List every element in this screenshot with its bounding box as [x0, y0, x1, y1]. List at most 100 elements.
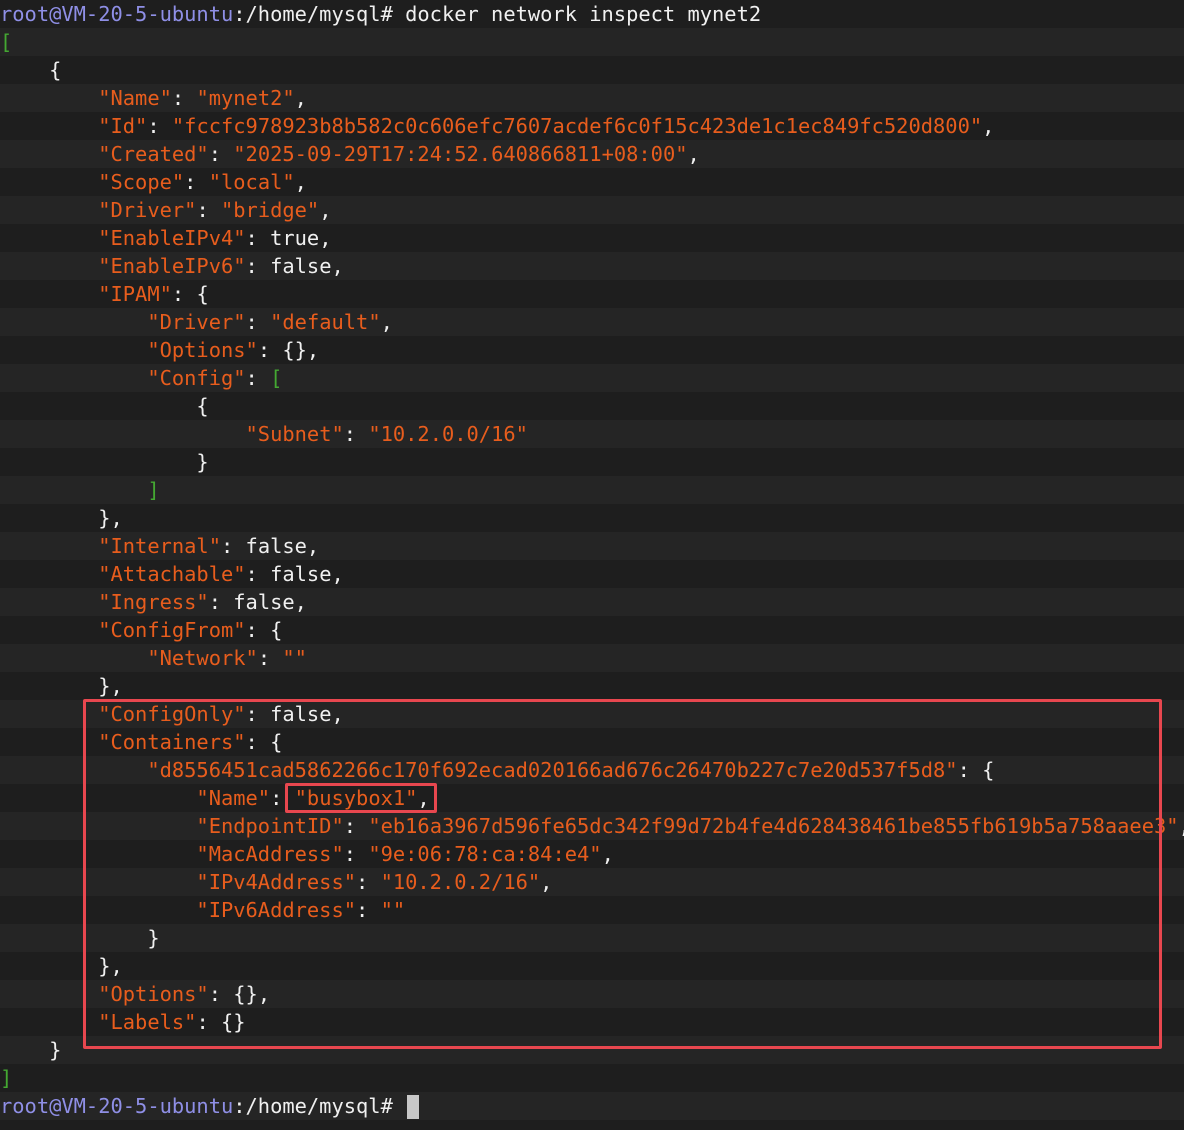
- text-segment: [0, 422, 246, 446]
- json-key: "Name": [196, 786, 271, 810]
- text-segment: :: [356, 898, 381, 922]
- text-segment: ,: [601, 842, 614, 866]
- text-segment: [0, 114, 98, 138]
- text-segment: [0, 646, 147, 670]
- text-segment: : false,: [245, 702, 344, 726]
- text-segment: }: [0, 450, 209, 474]
- output-line: "Ingress": false,: [0, 588, 1184, 616]
- output-line: "Driver": "default",: [0, 308, 1184, 336]
- prompt-user-host: root@VM-20-5-ubuntu: [0, 1094, 234, 1118]
- json-key: "Attachable": [98, 562, 246, 586]
- text-segment: ,: [1179, 814, 1184, 838]
- json-key: "MacAddress": [196, 842, 344, 866]
- json-value: "mynet2": [196, 86, 295, 110]
- json-key: "Scope": [98, 170, 185, 194]
- output-line: {: [0, 56, 1184, 84]
- text-segment: ,: [417, 786, 430, 810]
- text-segment: :: [343, 814, 369, 838]
- json-value: "eb16a3967d596fe65dc342f99d72b4fe4d62843…: [368, 814, 1179, 838]
- text-segment: [0, 758, 147, 782]
- text-segment: [0, 198, 98, 222]
- json-key: "Subnet": [245, 422, 344, 446]
- text-segment: :: [257, 646, 283, 670]
- text-segment: [0, 786, 196, 810]
- output-line: ]: [0, 1064, 1184, 1092]
- text-segment: :: [147, 114, 172, 138]
- output-line: "Created": "2025-09-29T17:24:52.64086681…: [0, 140, 1184, 168]
- json-value: "local": [208, 170, 295, 194]
- text-segment: [0, 618, 98, 642]
- json-value: "": [380, 898, 406, 922]
- text-segment: [0, 534, 98, 558]
- text-segment: [0, 562, 98, 586]
- text-segment: : {: [245, 618, 283, 642]
- text-segment: [0, 282, 98, 306]
- text-segment: : {: [957, 758, 995, 782]
- output-line: "Labels": {}: [0, 1008, 1184, 1036]
- json-key: "Options": [98, 982, 209, 1006]
- json-value: "bridge": [221, 198, 320, 222]
- json-key: "EndpointID": [196, 814, 344, 838]
- text-segment: : false,: [245, 562, 344, 586]
- text-segment: [0, 254, 98, 278]
- output-line: "Driver": "bridge",: [0, 196, 1184, 224]
- output-line: "IPv6Address": "": [0, 896, 1184, 924]
- output-line: "Id": "fccfc978923b8b582c0c606efc7607acd…: [0, 112, 1184, 140]
- output-line: "d8556451cad5862266c170f692ecad020166ad6…: [0, 756, 1184, 784]
- command-line: root@VM-20-5-ubuntu:/home/mysql# docker …: [0, 0, 1184, 28]
- output-line: "Config": [: [0, 364, 1184, 392]
- text-segment: [0, 86, 98, 110]
- json-bracket: [: [270, 366, 283, 390]
- text-segment: {: [0, 58, 62, 82]
- text-segment: :: [343, 842, 369, 866]
- output-line: "Network": "": [0, 644, 1184, 672]
- json-key: "Id": [98, 114, 148, 138]
- json-value: "10.2.0.2/16": [380, 870, 541, 894]
- text-segment: ,: [982, 114, 995, 138]
- json-key: "EnableIPv6": [98, 254, 246, 278]
- output-line: }: [0, 448, 1184, 476]
- output-line: "IPAM": {: [0, 280, 1184, 308]
- output-line: "Name": "busybox1",: [0, 784, 1184, 812]
- prompt-user-host: root@VM-20-5-ubuntu: [0, 2, 234, 26]
- output-line: ]: [0, 476, 1184, 504]
- text-segment: :/home/mysql# docker network inspect myn…: [233, 2, 762, 26]
- output-line: "Attachable": false,: [0, 560, 1184, 588]
- output-line: "ConfigFrom": {: [0, 616, 1184, 644]
- output-line: "Options": {},: [0, 336, 1184, 364]
- text-segment: : {: [171, 282, 209, 306]
- json-value: "d8556451cad5862266c170f692ecad020166ad6…: [147, 758, 958, 782]
- output-line: "EndpointID": "eb16a3967d596fe65dc342f99…: [0, 812, 1184, 840]
- text-segment: :: [196, 198, 221, 222]
- json-key: "EnableIPv4": [98, 226, 246, 250]
- text-segment: }: [0, 1038, 62, 1062]
- json-value: "9e:06:78:ca:84:e4": [368, 842, 602, 866]
- text-segment: ,: [319, 198, 332, 222]
- text-segment: [0, 870, 196, 894]
- terminal-cursor[interactable]: [407, 1095, 420, 1119]
- output-line: "IPv4Address": "10.2.0.2/16",: [0, 868, 1184, 896]
- text-segment: : true,: [245, 226, 332, 250]
- output-line: },: [0, 672, 1184, 700]
- json-key: "Driver": [147, 310, 246, 334]
- output-line: "Containers": {: [0, 728, 1184, 756]
- json-key: "Internal": [98, 534, 221, 558]
- text-segment: },: [0, 506, 123, 530]
- json-key: "Config": [147, 366, 246, 390]
- json-key: "ConfigFrom": [98, 618, 246, 642]
- output-line: "EnableIPv4": true,: [0, 224, 1184, 252]
- text-segment: :: [208, 142, 234, 166]
- json-value: "10.2.0.0/16": [368, 422, 528, 446]
- text-segment: : {},: [257, 338, 320, 362]
- json-value: "busybox1": [294, 786, 418, 810]
- text-segment: [0, 478, 147, 502]
- output-line: },: [0, 952, 1184, 980]
- output-line: "Scope": "local",: [0, 168, 1184, 196]
- prompt-line: root@VM-20-5-ubuntu:/home/mysql#: [0, 1092, 1184, 1120]
- json-value: "default": [270, 310, 381, 334]
- terminal-window[interactable]: root@VM-20-5-ubuntu:/home/mysql# docker …: [0, 0, 1184, 1130]
- text-segment: },: [0, 674, 123, 698]
- json-key: "Driver": [98, 198, 197, 222]
- text-segment: [0, 590, 98, 614]
- text-segment: : false,: [208, 590, 307, 614]
